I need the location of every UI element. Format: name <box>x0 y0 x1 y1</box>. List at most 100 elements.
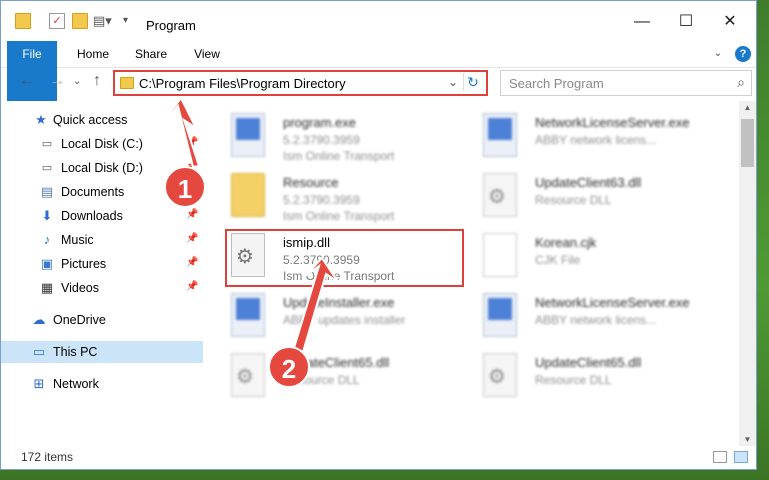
sidebar-item-this-pc[interactable]: ▭ This PC <box>1 341 203 363</box>
large-icons-view-icon[interactable] <box>734 451 748 463</box>
exe-file-icon <box>483 293 517 337</box>
quick-access-dropdown-icon[interactable]: ▾ <box>123 13 139 29</box>
folder-icon <box>231 173 265 217</box>
title-bar: ✓ ▤▾ ▾ Program — ☐ ✕ <box>1 1 756 41</box>
status-bar: 172 items <box>1 447 756 469</box>
cloud-icon: ☁ <box>32 312 46 327</box>
sidebar-item-music[interactable]: ♪ Music 📌 <box>1 229 203 251</box>
sidebar-item-label: Quick access <box>53 113 128 127</box>
file-item[interactable]: UpdateInstaller.exe ABBY updates install… <box>221 287 471 347</box>
properties-icon[interactable]: ✓ <box>49 13 65 29</box>
sidebar-item-onedrive[interactable]: ☁ OneDrive <box>1 309 203 331</box>
sidebar-item-local-disk-c[interactable]: ▭ Local Disk (C:) 📌 <box>1 133 203 155</box>
callout-step-2: 2 <box>268 346 310 388</box>
close-button[interactable]: ✕ <box>715 11 745 33</box>
sidebar-item-downloads[interactable]: ⬇ Downloads 📌 <box>1 205 203 227</box>
download-icon: ⬇ <box>41 208 53 223</box>
scrollbar-thumb[interactable] <box>741 119 754 167</box>
sidebar-item-label: Network <box>53 377 99 391</box>
search-placeholder: Search Program <box>509 76 604 91</box>
sidebar-item-pictures[interactable]: ▣ Pictures 📌 <box>1 253 203 275</box>
videos-icon: ▦ <box>40 280 54 295</box>
pin-icon: 📌 <box>186 209 199 220</box>
file-item[interactable]: ⚙ UpdateClient63.dll Resource DLL <box>473 167 723 227</box>
expand-ribbon-icon[interactable]: ⌄ <box>711 41 725 67</box>
sidebar-item-label: Music <box>61 233 94 247</box>
drive-icon: ▭ <box>41 138 53 150</box>
maximize-button[interactable]: ☐ <box>671 11 701 33</box>
file-item[interactable]: ⚙ UpdateClient65.dll Resource DLL <box>221 347 471 407</box>
file-name: program.exe <box>283 115 356 130</box>
file-item[interactable]: Resource 5.2.3790.3959 Ism Online Transp… <box>221 167 471 227</box>
customize-toolbar-icon[interactable]: ▤▾ <box>93 13 112 29</box>
file-version: 5.2.3790.3959 <box>283 193 360 207</box>
sidebar-item-videos[interactable]: ▦ Videos 📌 <box>1 277 203 299</box>
file-version: 5.2.3790.3959 <box>283 133 360 147</box>
details-view-icon[interactable] <box>713 451 727 463</box>
file-description: Resource DLL <box>535 193 612 207</box>
computer-icon: ▭ <box>32 344 46 359</box>
sidebar-item-label: Pictures <box>61 257 107 271</box>
recent-locations-icon[interactable]: ⌄ <box>73 76 81 87</box>
tab-view[interactable]: View <box>185 41 229 67</box>
file-description: CJK File <box>535 253 581 267</box>
sidebar-item-label: Local Disk (C:) <box>61 137 143 151</box>
dll-file-icon: ⚙ <box>231 353 265 397</box>
sidebar-item-quick-access[interactable]: ★ Quick access <box>1 109 203 131</box>
file-name: Resource <box>283 175 339 190</box>
selected-file-highlight <box>225 229 464 287</box>
scroll-up-icon[interactable]: ▲ <box>739 103 756 112</box>
music-icon: ♪ <box>43 232 51 247</box>
documents-icon: ▤ <box>40 184 54 199</box>
search-input[interactable]: Search Program ⌕ <box>500 70 752 96</box>
refresh-icon[interactable]: ↻ <box>463 73 482 91</box>
sidebar-item-label: OneDrive <box>53 313 106 327</box>
up-arrow-icon[interactable]: ↑ <box>93 72 101 90</box>
file-item[interactable]: program.exe 5.2.3790.3959 Ism Online Tra… <box>221 107 471 167</box>
exe-file-icon <box>231 293 265 337</box>
tab-home[interactable]: Home <box>71 41 115 67</box>
address-row: ← → ⌄ ↑ C:\Program Files\Program Directo… <box>1 68 756 98</box>
help-icon[interactable]: ? <box>735 46 751 62</box>
vertical-scrollbar[interactable]: ▲ ▼ <box>739 101 756 446</box>
folder-icon <box>120 77 134 89</box>
forward-arrow-icon[interactable]: → <box>49 72 65 90</box>
sidebar-item-label: Documents <box>61 185 125 199</box>
address-path[interactable]: C:\Program Files\Program Directory <box>139 76 346 91</box>
star-icon: ★ <box>35 112 47 127</box>
address-dropdown-icon[interactable]: ⌄ <box>448 75 458 89</box>
file-explorer-window: ✓ ▤▾ ▾ Program — ☐ ✕ File Home Share Vie… <box>0 0 757 470</box>
back-arrow-icon[interactable]: ← <box>19 72 35 90</box>
sidebar-item-label: Videos <box>61 281 99 295</box>
minimize-button[interactable]: — <box>627 11 657 33</box>
new-folder-icon[interactable] <box>72 13 88 29</box>
folder-icon <box>15 13 31 29</box>
ribbon-tabs: File Home Share View ⌄ ? <box>1 41 756 101</box>
search-icon[interactable]: ⌕ <box>737 74 745 91</box>
file-item[interactable]: NetworkLicenseServer.exe ABBY network li… <box>473 107 723 167</box>
sidebar-item-network[interactable]: ⊞ Network <box>1 373 203 395</box>
file-item[interactable]: NetworkLicenseServer.exe ABBY network li… <box>473 287 723 347</box>
file-name: NetworkLicenseServer.exe <box>535 115 690 130</box>
file-name: UpdateClient63.dll <box>535 175 642 190</box>
dll-file-icon: ⚙ <box>483 173 517 217</box>
exe-file-icon <box>231 113 265 157</box>
pin-icon: 📌 <box>186 281 199 292</box>
network-icon: ⊞ <box>33 376 45 391</box>
file-icon <box>483 233 517 277</box>
sidebar-item-label: Downloads <box>61 209 123 223</box>
address-bar[interactable]: C:\Program Files\Program Directory ⌄ ↻ <box>113 70 488 96</box>
scroll-down-icon[interactable]: ▼ <box>739 435 756 444</box>
sidebar-item-label: This PC <box>53 345 98 359</box>
file-item[interactable]: ⚙ UpdateClient65.dll Resource DLL <box>473 347 723 407</box>
item-count: 172 items <box>21 450 74 464</box>
pin-icon: 📌 <box>186 257 199 268</box>
file-item[interactable]: Korean.cjk CJK File <box>473 227 723 287</box>
navigation-pane: ★ Quick access ▭ Local Disk (C:) 📌 ▭ Loc… <box>1 105 203 443</box>
file-description: Ism Online Transport <box>283 149 395 163</box>
file-name: NetworkLicenseServer.exe <box>535 295 690 310</box>
file-description: ABBY updates installer <box>283 313 406 327</box>
callout-step-1: 1 <box>164 166 206 208</box>
file-name: UpdateClient65.dll <box>535 355 642 370</box>
tab-share[interactable]: Share <box>129 41 173 67</box>
